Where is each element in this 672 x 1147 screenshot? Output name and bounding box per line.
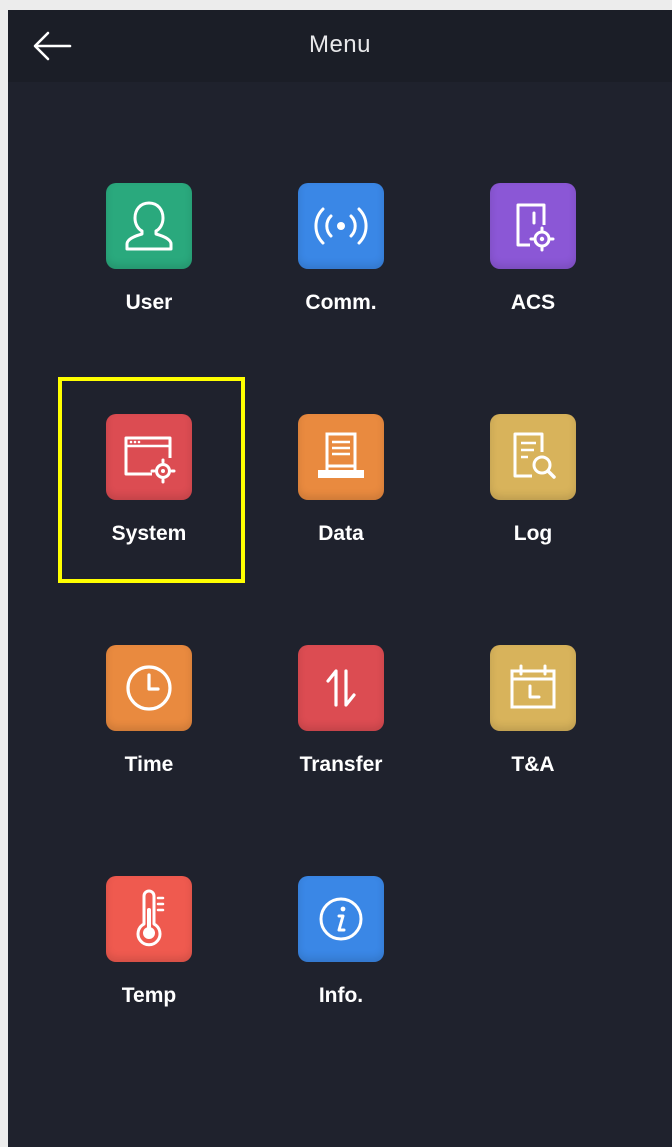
calendar-icon: [490, 645, 576, 731]
menu-item-label: User: [125, 291, 173, 314]
menu-item-info[interactable]: Info.: [266, 876, 416, 1026]
clock-icon: [106, 645, 192, 731]
menu-item-data[interactable]: Data: [266, 414, 416, 564]
menu-item-label: Comm.: [305, 291, 377, 314]
menu-item-label: ACS: [510, 291, 556, 314]
menu-item-acs[interactable]: ACS: [458, 183, 608, 333]
thermometer-icon: [106, 876, 192, 962]
menu-item-log[interactable]: Log: [458, 414, 608, 564]
menu-item-comm[interactable]: Comm.: [266, 183, 416, 333]
menu-item-label: T&A: [511, 753, 555, 776]
menu-item-label: Info.: [318, 984, 364, 1007]
transfer-arrows-icon: [298, 645, 384, 731]
device-screen: Menu User Comm. ACS System Data Log Time…: [8, 10, 672, 1147]
menu-item-label: Transfer: [299, 753, 383, 776]
menu-item-label: System: [111, 522, 187, 545]
window-settings-icon: [106, 414, 192, 500]
menu-item-temp[interactable]: Temp: [74, 876, 224, 1026]
user-icon: [106, 183, 192, 269]
menu-item-time[interactable]: Time: [74, 645, 224, 795]
menu-item-label: Data: [318, 522, 364, 545]
wireless-signal-icon: [298, 183, 384, 269]
menu-item-system[interactable]: System: [74, 414, 224, 564]
data-terminal-icon: [298, 414, 384, 500]
menu-item-user[interactable]: User: [74, 183, 224, 333]
menu-item-label: Time: [124, 753, 174, 776]
menu-item-transfer[interactable]: Transfer: [266, 645, 416, 795]
document-search-icon: [490, 414, 576, 500]
menu-item-label: Log: [513, 522, 553, 545]
menu-item-label: Temp: [121, 984, 177, 1007]
menu-grid: User Comm. ACS System Data Log Time Tran…: [8, 10, 672, 1147]
door-settings-icon: [490, 183, 576, 269]
menu-item-t-and-a[interactable]: T&A: [458, 645, 608, 795]
info-icon: [298, 876, 384, 962]
